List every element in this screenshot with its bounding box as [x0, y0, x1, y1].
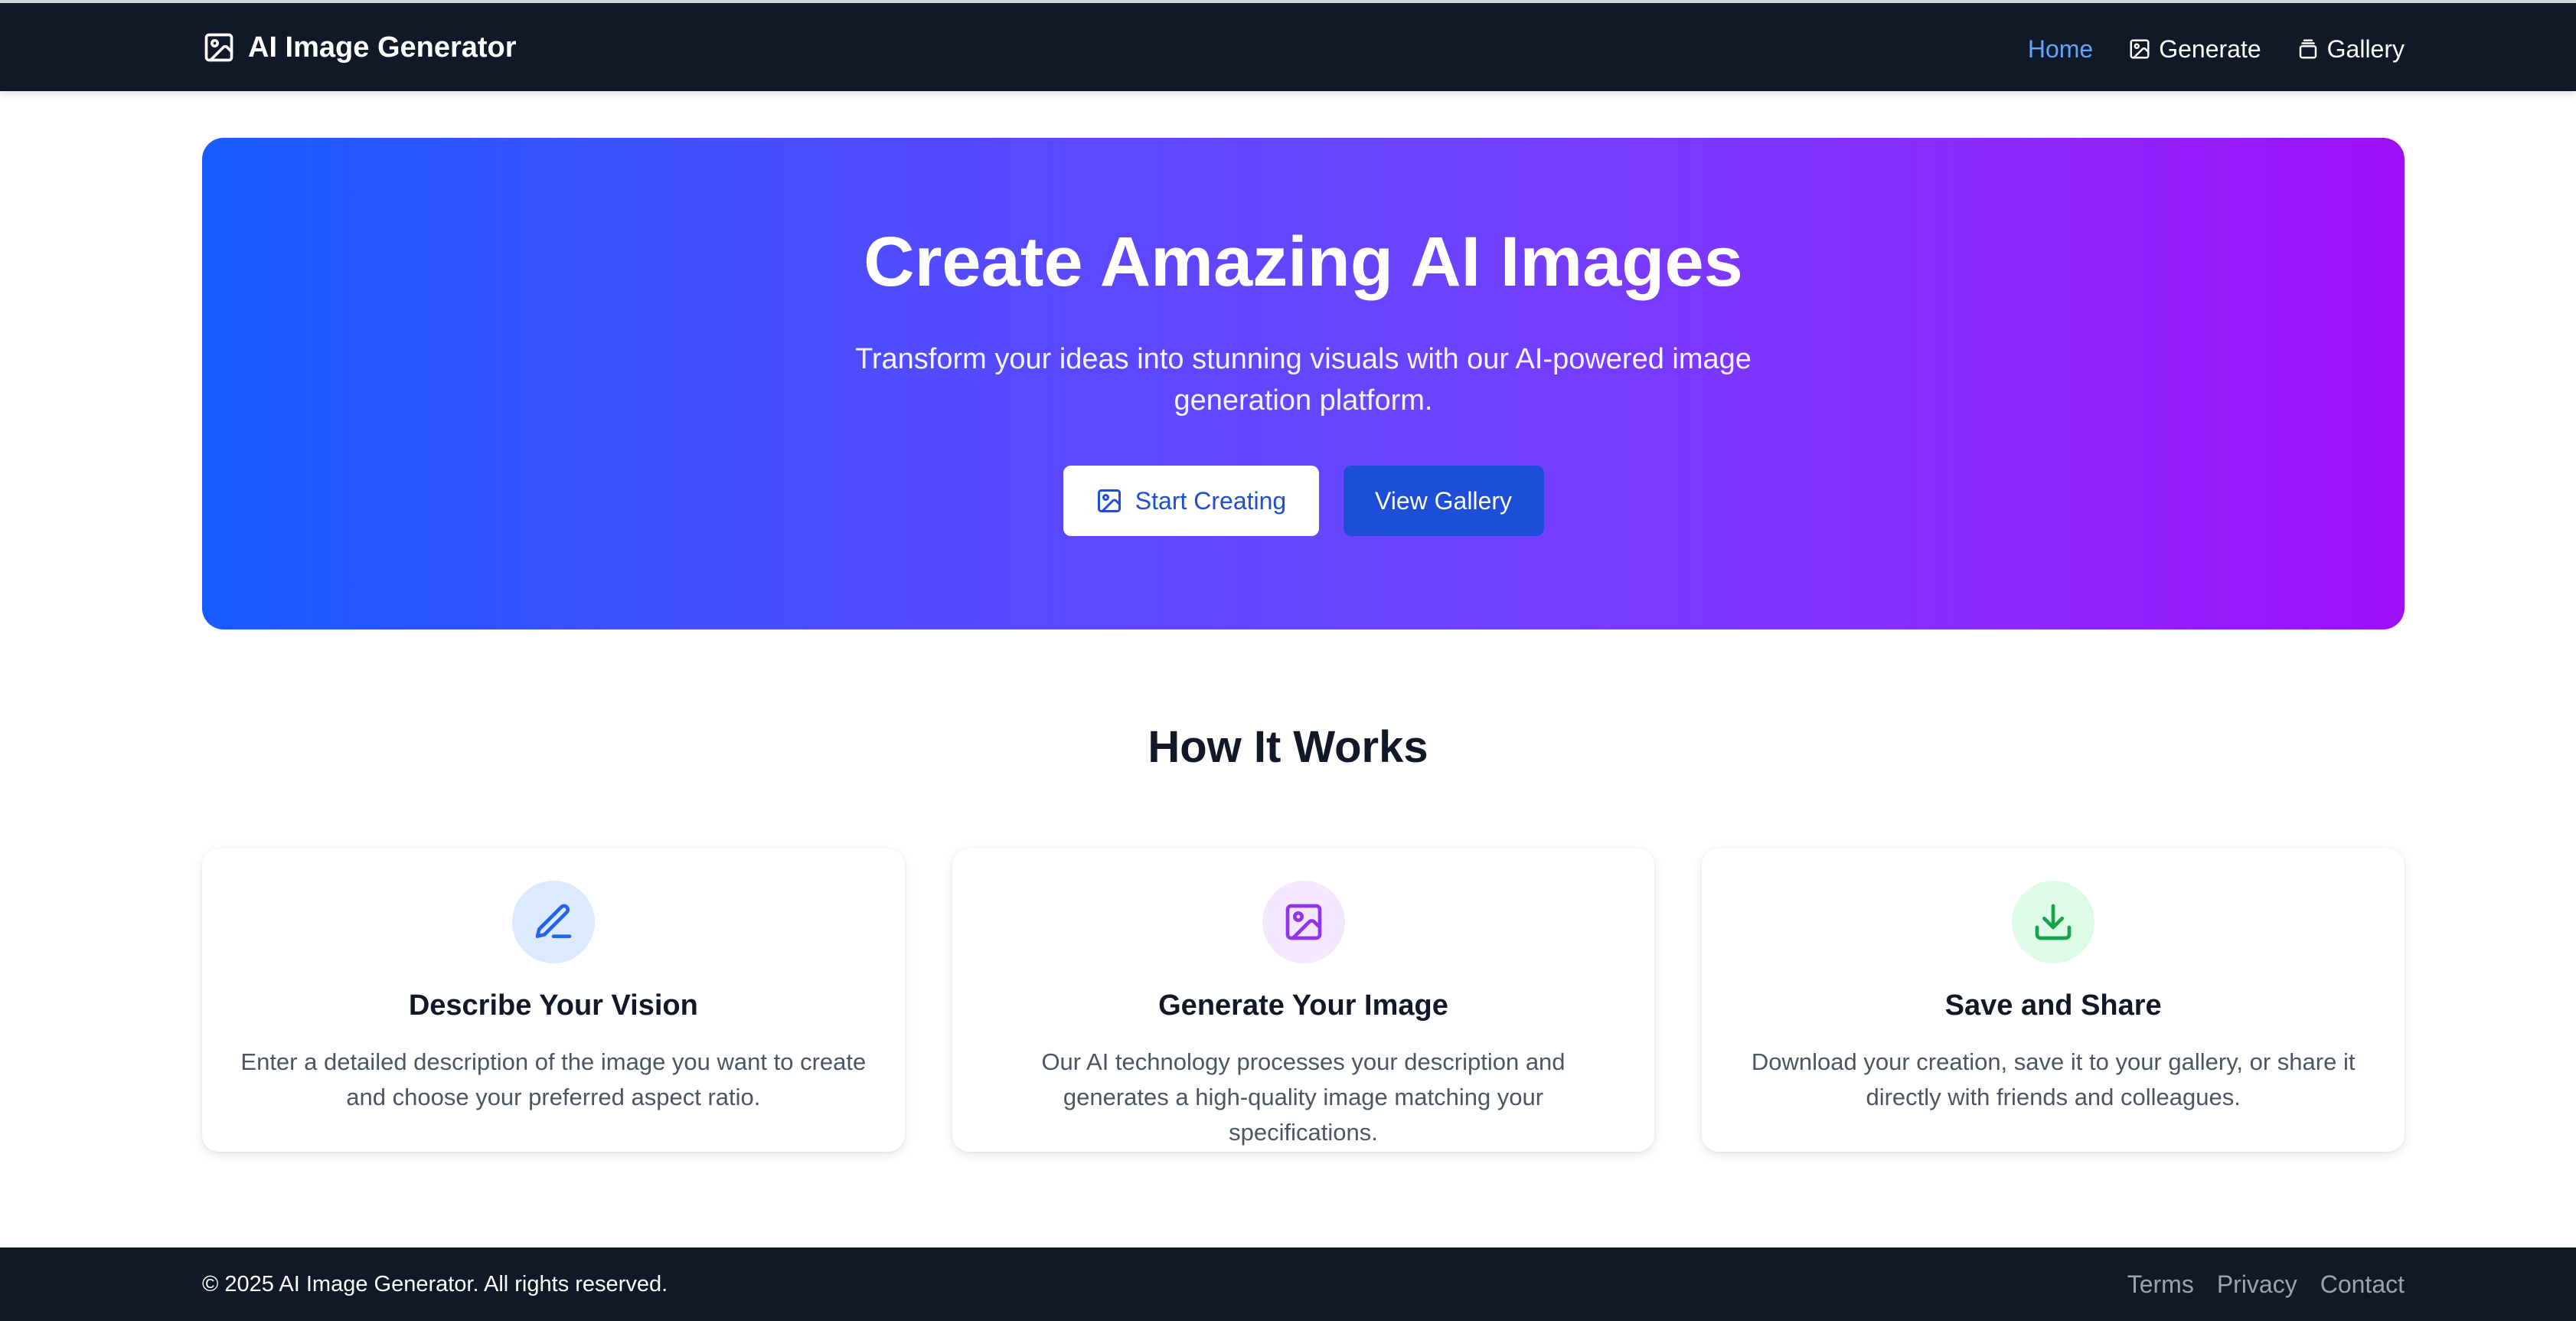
top-navbar: AI Image Generator Home Generate Gallery: [0, 0, 2576, 91]
brand-name: AI Image Generator: [248, 31, 517, 64]
nav-link-generate[interactable]: Generate: [2128, 35, 2261, 64]
copyright-text: © 2025 AI Image Generator. All rights re…: [202, 1272, 668, 1296]
feature-card-title: Generate Your Image: [1158, 989, 1448, 1022]
feature-card-description: Download your creation, save it to your …: [1751, 1048, 2356, 1110]
hero-title: Create Amazing AI Images: [864, 223, 1743, 301]
nav-link-generate-label: Generate: [2159, 34, 2261, 63]
feature-card-description: Our AI technology processes your descrip…: [1041, 1048, 1566, 1146]
footer-links: Terms Privacy Contact: [2127, 1270, 2405, 1299]
view-gallery-button[interactable]: View Gallery: [1343, 466, 1544, 536]
brand-logo[interactable]: AI Image Generator: [202, 31, 517, 64]
view-gallery-label: View Gallery: [1374, 486, 1513, 515]
feature-card-generate: Generate Your Image Our AI technology pr…: [952, 849, 1655, 1152]
footer-link-contact[interactable]: Contact: [2320, 1270, 2405, 1299]
nav-link-gallery[interactable]: Gallery: [2297, 35, 2405, 64]
feature-card-share: Save and Share Download your creation, s…: [1702, 849, 2405, 1152]
hero-subtitle: Transform your ideas into stunning visua…: [855, 343, 1752, 417]
stack-icon: [2297, 38, 2320, 60]
feature-card-title: Describe Your Vision: [408, 989, 698, 1022]
footer-link-terms[interactable]: Terms: [2127, 1270, 2194, 1299]
start-creating-label: Start Creating: [1135, 486, 1287, 515]
image-icon: [1262, 881, 1345, 963]
download-icon: [2012, 881, 2095, 963]
footer-link-privacy[interactable]: Privacy: [2217, 1270, 2297, 1299]
site-footer: © 2025 AI Image Generator. All rights re…: [0, 1247, 2576, 1321]
feature-card-description: Enter a detailed description of the imag…: [240, 1048, 867, 1110]
image-icon: [2128, 38, 2151, 60]
how-it-works-title: How It Works: [1148, 722, 1428, 772]
image-icon: [1095, 487, 1123, 515]
nav-link-home[interactable]: Home: [2028, 35, 2093, 64]
start-creating-button[interactable]: Start Creating: [1063, 466, 1319, 536]
hero-actions: Start Creating View Gallery: [202, 466, 2405, 536]
pencil-icon: [511, 881, 595, 963]
nav-links: Home Generate Gallery: [2028, 32, 2405, 66]
hero-banner: Create Amazing AI Images Transform your …: [202, 138, 2405, 629]
feature-card-describe: Describe Your Vision Enter a detailed de…: [202, 849, 905, 1152]
nav-link-gallery-label: Gallery: [2326, 34, 2405, 63]
feature-card-title: Save and Share: [1944, 989, 2162, 1022]
feature-cards: Describe Your Vision Enter a detailed de…: [202, 849, 2405, 1152]
image-icon: [202, 31, 236, 64]
nav-link-home-label: Home: [2027, 34, 2094, 63]
